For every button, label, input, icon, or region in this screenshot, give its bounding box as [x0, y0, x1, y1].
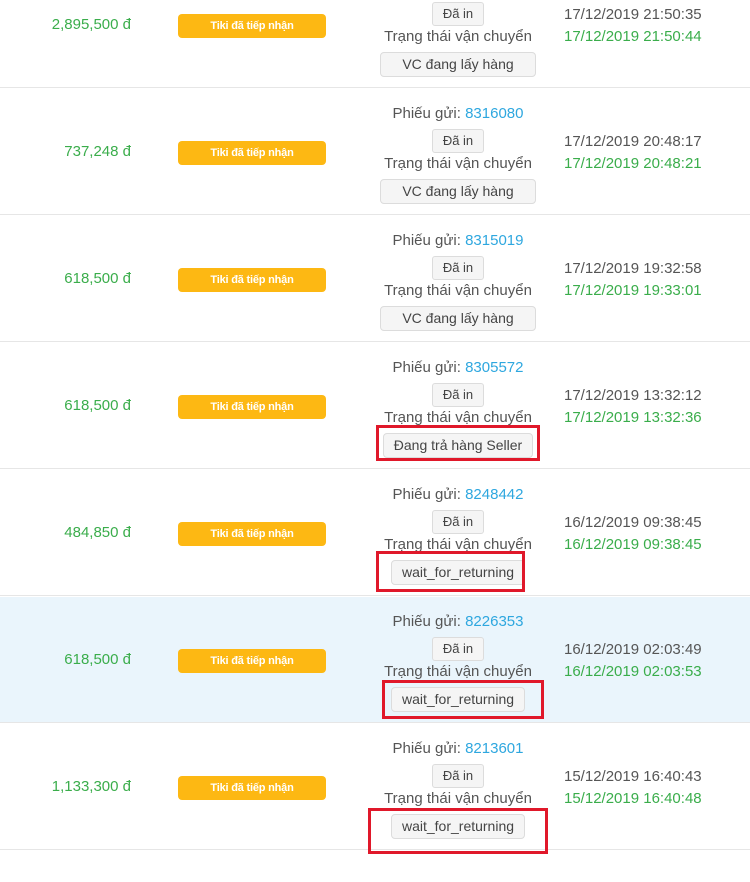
shipping-info: Phiếu gửi: 8315019 Đã in Trạng thái vận ch…	[376, 226, 540, 331]
shipment-line: Phiếu gửi: 8316080	[376, 103, 540, 125]
shipping-status-label: Trạng thái vận chuyển	[384, 536, 532, 553]
timestamps: 17/12/2019 19:32:58 17/12/2019 19:33:01	[564, 258, 702, 302]
shipping-status-label: Trạng thái vận chuyển	[384, 282, 532, 299]
table-row[interactable]: 1,133,300 đ Tiki đã tiếp nhận Phiếu gửi: 8…	[0, 724, 750, 850]
timestamps: 15/12/2019 16:40:43 15/12/2019 16:40:48	[564, 766, 702, 810]
table-row[interactable]: 737,248 đ Tiki đã tiếp nhận Phiếu gửi: 831…	[0, 89, 750, 215]
shipment-label: Phiếu gửi:	[392, 105, 461, 122]
shipping-status-label: Trạng thái vận chuyển	[384, 790, 532, 807]
shipment-line: Phiếu gửi: 8305572	[376, 357, 540, 379]
order-amount: 2,895,500 đ	[51, 16, 131, 33]
order-amount: 618,500 đ	[64, 651, 131, 668]
order-amount: 618,500 đ	[64, 270, 131, 287]
status-badge: Tiki đã tiếp nhận	[178, 649, 326, 673]
shipment-label: Phiếu gửi:	[392, 232, 461, 249]
created-time: 17/12/2019 13:32:12	[564, 387, 702, 404]
shipment-number-link[interactable]: 8248442	[465, 486, 523, 503]
order-amount: 618,500 đ	[64, 397, 131, 414]
table-row[interactable]: 618,500 đ Tiki đã tiếp nhận Phiếu gửi: 831…	[0, 216, 750, 342]
shipment-label: Phiếu gửi:	[392, 486, 461, 503]
shipping-status-label: Trạng thái vận chuyển	[384, 155, 532, 172]
created-time: 17/12/2019 19:32:58	[564, 260, 702, 277]
updated-time: 17/12/2019 13:32:36	[564, 409, 702, 426]
carrier-status-badge: VC đang lấy hàng	[380, 179, 536, 204]
printed-badge: Đã in	[431, 2, 485, 26]
shipping-info: Phiếu gửi: 8316080 Đã in Trạng thái vận ch…	[376, 99, 540, 204]
created-time: 16/12/2019 09:38:45	[564, 514, 702, 531]
shipment-line: Phiếu gửi: 8213601	[376, 738, 540, 760]
shipping-info: Phiếu gửi: 8226353 Đã in Trạng thái vận ch…	[376, 607, 540, 712]
status-badge: Tiki đã tiếp nhận	[178, 14, 326, 38]
updated-time: 16/12/2019 09:38:45	[564, 536, 702, 553]
shipment-line: Phiếu gửi: 8248442	[376, 484, 540, 506]
shipment-line: Phiếu gửi: 8226353	[376, 611, 540, 633]
table-row[interactable]: 2,895,500 đ Tiki đã tiếp nhận Đã in Trạng t…	[0, 0, 750, 88]
table-row[interactable]: 484,850 đ Tiki đã tiếp nhận Phiếu gửi: 824…	[0, 470, 750, 596]
printed-badge: Đã in	[431, 129, 485, 153]
shipping-info: Phiếu gửi: 8213601 Đã in Trạng thái vận ch…	[376, 734, 540, 839]
created-time: 16/12/2019 02:03:49	[564, 641, 702, 658]
status-badge: Tiki đã tiếp nhận	[178, 395, 326, 419]
carrier-status-badge: wait_for_returning	[390, 560, 526, 585]
shipping-info: Đã in Trạng thái vận chuyển VC đang lấy hà…	[376, 0, 540, 77]
shipping-status-label: Trạng thái vận chuyển	[384, 28, 532, 45]
status-badge: Tiki đã tiếp nhận	[178, 522, 326, 546]
shipment-number-link[interactable]: 8226353	[465, 613, 523, 630]
created-time: 15/12/2019 16:40:43	[564, 768, 702, 785]
order-amount: 737,248 đ	[64, 143, 131, 160]
order-amount: 1,133,300 đ	[51, 778, 131, 795]
status-badge: Tiki đã tiếp nhận	[178, 776, 326, 800]
table-row[interactable]: 618,500 đ Tiki đã tiếp nhận Phiếu gửi: 830…	[0, 343, 750, 469]
timestamps: 17/12/2019 13:32:12 17/12/2019 13:32:36	[564, 385, 702, 429]
shipment-number-link[interactable]: 8316080	[465, 105, 523, 122]
status-badge: Tiki đã tiếp nhận	[178, 141, 326, 165]
printed-badge: Đã in	[431, 383, 485, 407]
updated-time: 17/12/2019 19:33:01	[564, 282, 702, 299]
carrier-status-badge: wait_for_returning	[390, 814, 526, 839]
timestamps: 16/12/2019 02:03:49 16/12/2019 02:03:53	[564, 639, 702, 683]
timestamps: 17/12/2019 20:48:17 17/12/2019 20:48:21	[564, 131, 702, 175]
table-row[interactable]: 618,500 đ Tiki đã tiếp nhận Phiếu gửi: 822…	[0, 597, 750, 723]
shipping-info: Phiếu gửi: 8305572 Đã in Trạng thái vận ch…	[376, 353, 540, 458]
shipment-label: Phiếu gửi:	[392, 740, 461, 757]
carrier-status-badge: Đang trả hàng Seller	[382, 433, 534, 458]
shipping-status-label: Trạng thái vận chuyển	[384, 409, 532, 426]
timestamps: 17/12/2019 21:50:35 17/12/2019 21:50:44	[564, 4, 702, 48]
timestamps: 16/12/2019 09:38:45 16/12/2019 09:38:45	[564, 512, 702, 556]
shipment-line: Phiếu gửi: 8315019	[376, 230, 540, 252]
updated-time: 15/12/2019 16:40:48	[564, 790, 702, 807]
shipment-number-link[interactable]: 8213601	[465, 740, 523, 757]
shipping-info: Phiếu gửi: 8248442 Đã in Trạng thái vận ch…	[376, 480, 540, 585]
created-time: 17/12/2019 20:48:17	[564, 133, 702, 150]
order-amount: 484,850 đ	[64, 524, 131, 541]
shipment-number-link[interactable]: 8305572	[465, 359, 523, 376]
shipping-status-label: Trạng thái vận chuyển	[384, 663, 532, 680]
created-time: 17/12/2019 21:50:35	[564, 6, 702, 23]
updated-time: 17/12/2019 20:48:21	[564, 155, 702, 172]
carrier-status-badge: VC đang lấy hàng	[380, 306, 536, 331]
shipment-label: Phiếu gửi:	[392, 613, 461, 630]
printed-badge: Đã in	[431, 764, 485, 788]
shipment-number-link[interactable]: 8315019	[465, 232, 523, 249]
printed-badge: Đã in	[431, 510, 485, 534]
printed-badge: Đã in	[431, 256, 485, 280]
updated-time: 16/12/2019 02:03:53	[564, 663, 702, 680]
carrier-status-badge: wait_for_returning	[390, 687, 526, 712]
carrier-status-badge: VC đang lấy hàng	[380, 52, 536, 77]
shipment-label: Phiếu gửi:	[392, 359, 461, 376]
status-badge: Tiki đã tiếp nhận	[178, 268, 326, 292]
updated-time: 17/12/2019 21:50:44	[564, 28, 702, 45]
printed-badge: Đã in	[431, 637, 485, 661]
